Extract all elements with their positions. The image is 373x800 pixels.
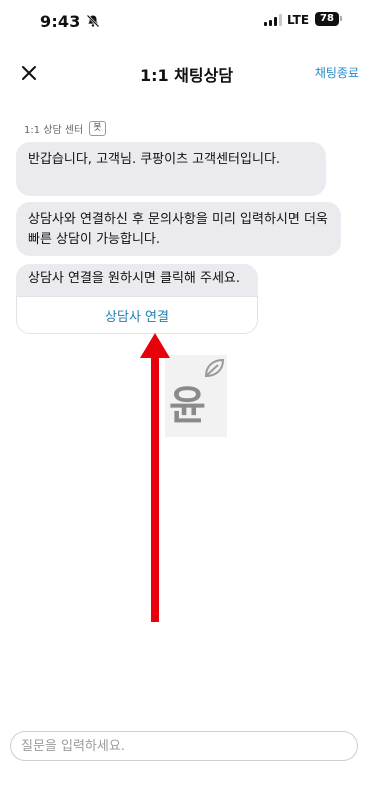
connect-agent-button[interactable]: 상담사 연결 [16, 296, 258, 334]
bell-slash-icon [86, 14, 100, 28]
battery-tip [340, 16, 342, 21]
leaf-icon [204, 358, 225, 378]
sender-name: 1:1 상담 센터 [24, 125, 84, 136]
watermark: 윤 [165, 355, 227, 437]
bot-badge: 봇 [89, 121, 106, 136]
chat-message: 상담사와 연결하신 후 문의사항을 미리 입력하시면 더욱 빠른 상담이 가능합… [16, 202, 341, 256]
battery-icon: 78 [315, 12, 339, 26]
arrow-up-icon [140, 333, 170, 622]
watermark-text: 윤 [169, 383, 206, 429]
message-input[interactable] [10, 731, 358, 761]
chat-message: 반갑습니다, 고객님. 쿠팡이츠 고객센터입니다. [16, 142, 326, 196]
end-chat-button[interactable]: 채팅종료 [315, 64, 359, 81]
signal-icon [264, 14, 282, 26]
sender-row: 1:1 상담 센터 봇 [24, 121, 106, 136]
network-label: LTE [287, 13, 310, 27]
status-time: 9:43 [40, 12, 81, 31]
chat-header: 1:1 채팅상담 채팅종료 [0, 50, 373, 98]
connect-card: 상담사 연결을 원하시면 클릭해 주세요. 상담사 연결 [16, 264, 258, 334]
status-bar: 9:43 LTE 78 [0, 0, 373, 44]
connect-card-text: 상담사 연결을 원하시면 클릭해 주세요. [28, 271, 241, 286]
